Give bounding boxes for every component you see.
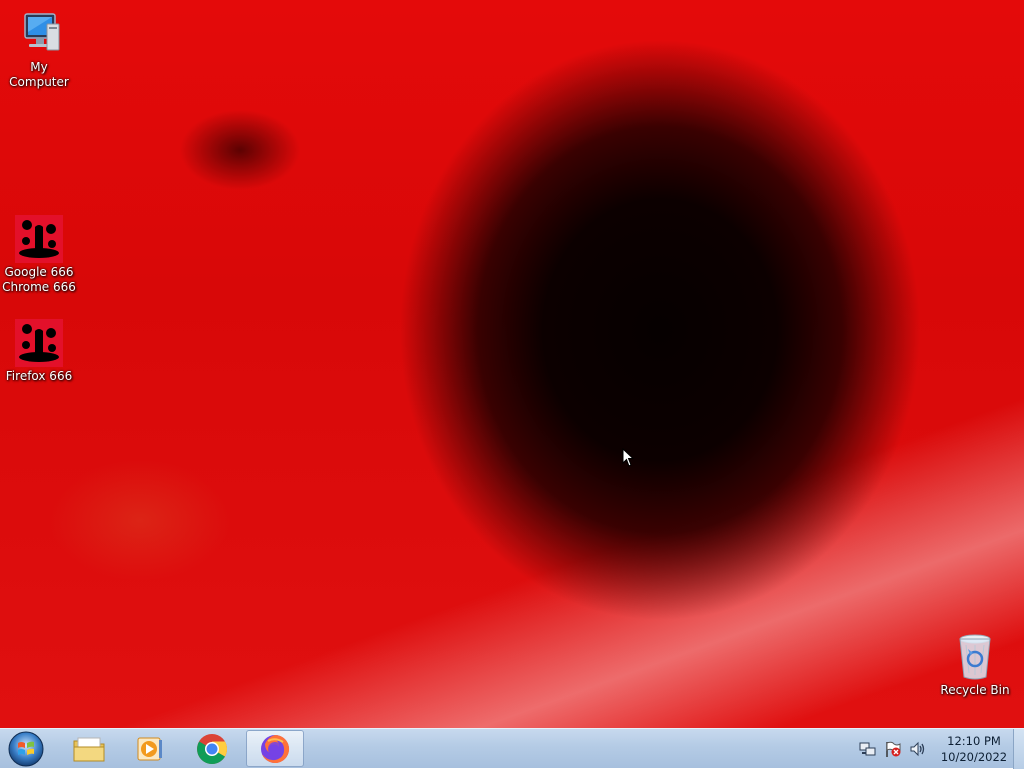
taskbar-chrome-button[interactable]	[183, 730, 241, 767]
action-center-flag-icon[interactable]	[884, 740, 902, 758]
desktop-icon-label: My Computer	[9, 60, 69, 89]
taskbar-firefox-button[interactable]	[246, 730, 304, 767]
taskbar: 12:10 PM 10/20/2022	[0, 728, 1024, 769]
start-button[interactable]	[6, 731, 46, 767]
volume-icon[interactable]	[909, 740, 927, 758]
clock-date: 10/20/2022	[940, 750, 1008, 764]
my-computer-desktop-icon[interactable]: My Computer	[0, 10, 78, 90]
mouse-cursor-icon	[622, 447, 636, 468]
spooky-figures-icon	[15, 319, 63, 367]
chrome-icon	[197, 733, 228, 764]
firefox-666-desktop-icon[interactable]: Firefox 666	[0, 319, 78, 384]
system-tray: 12:10 PM 10/20/2022	[859, 729, 1010, 769]
folder-icon	[73, 737, 105, 761]
spooky-figures-icon	[15, 215, 63, 263]
desktop-icon-label: Firefox 666	[5, 369, 73, 383]
google-chrome-666-desktop-icon[interactable]: Google 666 Chrome 666	[0, 215, 78, 295]
firefox-icon	[261, 734, 290, 763]
windows-orb-icon	[8, 731, 44, 767]
taskbar-explorer-button[interactable]	[60, 730, 118, 767]
desktop-icon-label: Google 666 Chrome 666	[2, 265, 76, 294]
network-icon[interactable]	[859, 740, 877, 758]
show-desktop-button[interactable]	[1013, 729, 1024, 769]
desktop-icon-label: Recycle Bin	[940, 683, 1010, 697]
computer-icon	[15, 10, 63, 58]
clock-time: 12:10 PM	[947, 734, 1001, 748]
taskbar-media-player-button[interactable]	[121, 730, 179, 767]
clock[interactable]: 12:10 PM 10/20/2022	[938, 733, 1010, 765]
recycle-bin-icon	[951, 633, 999, 681]
media-player-icon	[137, 737, 162, 760]
desktop-wallpaper[interactable]: My Computer Google 666 Chrome 666 Firefo…	[0, 0, 1024, 728]
recycle-bin-desktop-icon[interactable]: Recycle Bin	[936, 633, 1014, 698]
